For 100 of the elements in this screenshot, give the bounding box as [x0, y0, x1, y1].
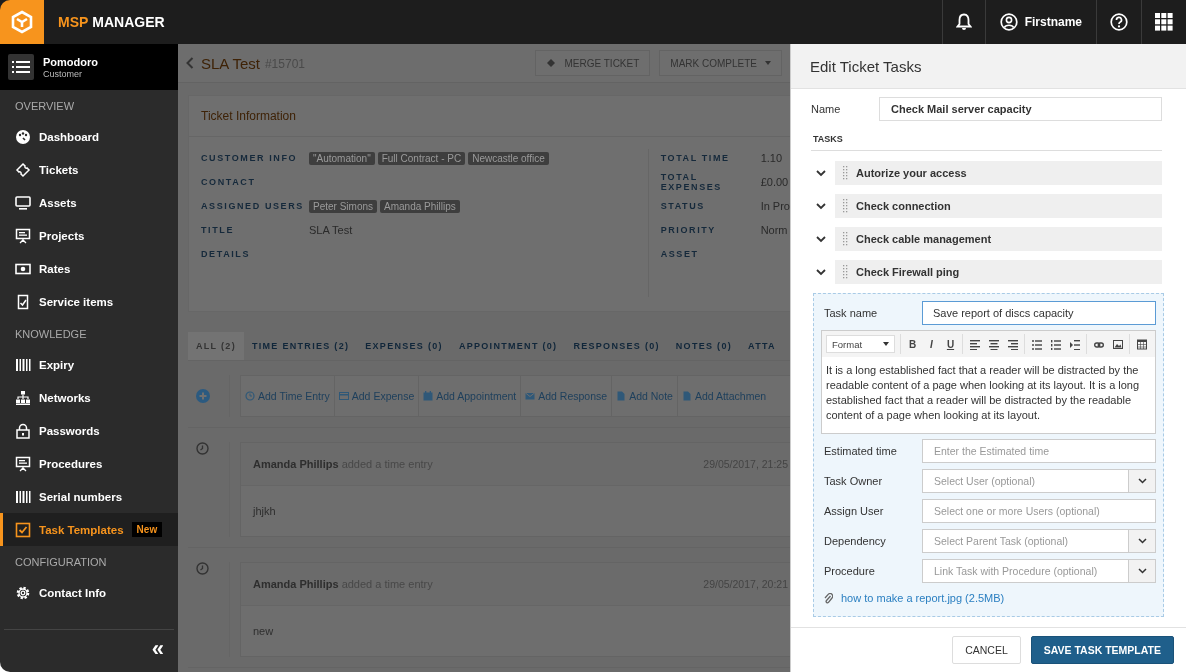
editor-text: It is a long established fact that a reader will be distracted by the readable content of a page when looking at its layout. It is a long established fact that a reader will be distracted by the readable content of a page when looking at its layout.: [825, 363, 1141, 423]
format-button[interactable]: B: [903, 334, 922, 354]
align-left-icon: [969, 338, 980, 350]
section-heading: CONFIGURATION: [14, 555, 108, 570]
align-right-icon: [1007, 338, 1018, 350]
task-item[interactable]: Check cable management: [835, 227, 1162, 251]
task-item[interactable]: Check connection: [835, 194, 1162, 218]
document-icon: [15, 293, 31, 310]
paperclip-icon: [824, 592, 833, 604]
nav-item[interactable]: Tickets: [0, 153, 178, 186]
nav-item[interactable]: Procedures: [0, 447, 178, 480]
nav-item[interactable]: Networks: [0, 381, 178, 414]
card-icon: [338, 391, 349, 401]
collapse-button[interactable]: «: [141, 639, 174, 663]
nav-item[interactable]: Serial numbers: [0, 480, 178, 513]
sitemap-icon: [15, 389, 31, 406]
lock-icon: [15, 422, 31, 439]
field-label: TOTAL EXPENSES: [660, 172, 723, 192]
field-label: TITLE: [201, 225, 235, 235]
table-icon: [1136, 338, 1147, 350]
field-value: SLA Test: [309, 224, 353, 236]
section-heading: OVERVIEW: [14, 99, 76, 114]
attachment-link[interactable]: how to make a report.jpg (2.5MB): [841, 592, 1005, 604]
chevron-icon: [1137, 538, 1147, 544]
settings-icon: [15, 584, 31, 601]
tag: Peter Simons: [309, 199, 378, 213]
checkbox-icon: [15, 521, 31, 538]
field-label: Assign User: [824, 505, 885, 517]
caret-icon: [765, 61, 771, 65]
barcode-icon: [15, 356, 31, 373]
drag-handle-icon[interactable]: [843, 232, 848, 246]
format-button[interactable]: U: [941, 334, 960, 354]
monitor-icon: [15, 194, 31, 211]
field-label: Dependency: [824, 535, 887, 547]
name-field[interactable]: Check Mail server capacity: [879, 97, 1162, 121]
clock-icon: [196, 442, 209, 455]
envelope-icon: [525, 391, 536, 401]
clock-icon: [245, 391, 255, 401]
panel-title: Edit Ticket Tasks: [810, 57, 922, 75]
presentation-board-icon: [15, 455, 31, 472]
card-title: Ticket Information: [201, 109, 296, 123]
nav-item[interactable]: Service items: [0, 285, 178, 318]
presentation-board-icon: [15, 227, 31, 244]
align-center-icon: [988, 338, 999, 350]
drag-handle-icon[interactable]: [843, 265, 848, 279]
task-item[interactable]: Check Firewall ping: [835, 260, 1162, 284]
nav-item[interactable]: Passwords: [0, 414, 178, 447]
field-label: ASSET: [660, 249, 700, 259]
drag-handle-icon[interactable]: [843, 199, 848, 213]
brand-name: MANAGER: [92, 14, 165, 30]
chevron-icon: [1137, 568, 1147, 574]
nav-item[interactable]: Task Templates New: [0, 513, 178, 546]
field-value: In Pro: [760, 200, 790, 212]
nav-item[interactable]: Rates: [0, 252, 178, 285]
task-item[interactable]: Autorize your access: [835, 161, 1162, 185]
ticket-title: SLA Test: [201, 54, 260, 72]
entry-text: new: [253, 625, 274, 637]
rich-text-editor[interactable]: [821, 330, 1156, 434]
field-label: CONTACT: [201, 177, 257, 187]
format-button[interactable]: I: [922, 334, 941, 354]
input-field[interactable]: Enter the Estimated time: [922, 439, 1156, 463]
field-value: £0.00: [760, 176, 789, 188]
document-icon: [681, 391, 692, 401]
image-icon: [1112, 338, 1123, 350]
cancel-button[interactable]: CANCEL: [952, 636, 1021, 664]
nav-item[interactable]: Assets: [0, 186, 178, 219]
calendar-icon: [423, 391, 434, 401]
menu-icon[interactable]: [8, 54, 34, 80]
save-button[interactable]: SAVE TASK TEMPLATE: [1030, 636, 1174, 664]
new-badge: New: [131, 522, 163, 537]
caret-icon: [883, 342, 889, 346]
tag: "Automation": [309, 151, 375, 165]
nav-item[interactable]: Projects: [0, 219, 178, 252]
field-label: Task name: [824, 307, 879, 319]
input-field[interactable]: Select one or more Users (optional): [922, 499, 1156, 523]
chevron-icon[interactable]: [816, 235, 826, 243]
indent-icon: [1069, 338, 1080, 350]
format-dropdown[interactable]: Format: [826, 335, 895, 353]
drag-handle-icon[interactable]: [843, 166, 848, 180]
field-label: TOTAL TIME: [660, 153, 731, 163]
task-name-field[interactable]: Save report of discs capacity: [922, 301, 1156, 325]
gauge-icon: [15, 128, 31, 145]
chevron-icon: [1137, 478, 1147, 484]
nav-item[interactable]: Contact Info: [0, 576, 178, 609]
numbered-list-icon: [1050, 338, 1061, 350]
chevron-icon[interactable]: [816, 169, 826, 177]
chevron-icon[interactable]: [816, 202, 826, 210]
clock-icon: [196, 562, 209, 575]
field-label: Procedure: [824, 565, 876, 577]
nav-item[interactable]: Expiry: [0, 348, 178, 381]
field-value: 1.10: [760, 152, 783, 164]
field-label: Estimated time: [824, 445, 898, 457]
field-label: PRIORITY: [660, 225, 717, 235]
tag: Amanda Phillips: [380, 199, 460, 213]
field-label: Name: [811, 103, 842, 115]
nav-item[interactable]: Dashboard: [0, 120, 178, 153]
back-icon[interactable]: [186, 57, 194, 69]
field-value: Norm: [760, 224, 788, 236]
entry-text: jhjkh: [253, 505, 276, 517]
chevron-icon[interactable]: [816, 268, 826, 276]
